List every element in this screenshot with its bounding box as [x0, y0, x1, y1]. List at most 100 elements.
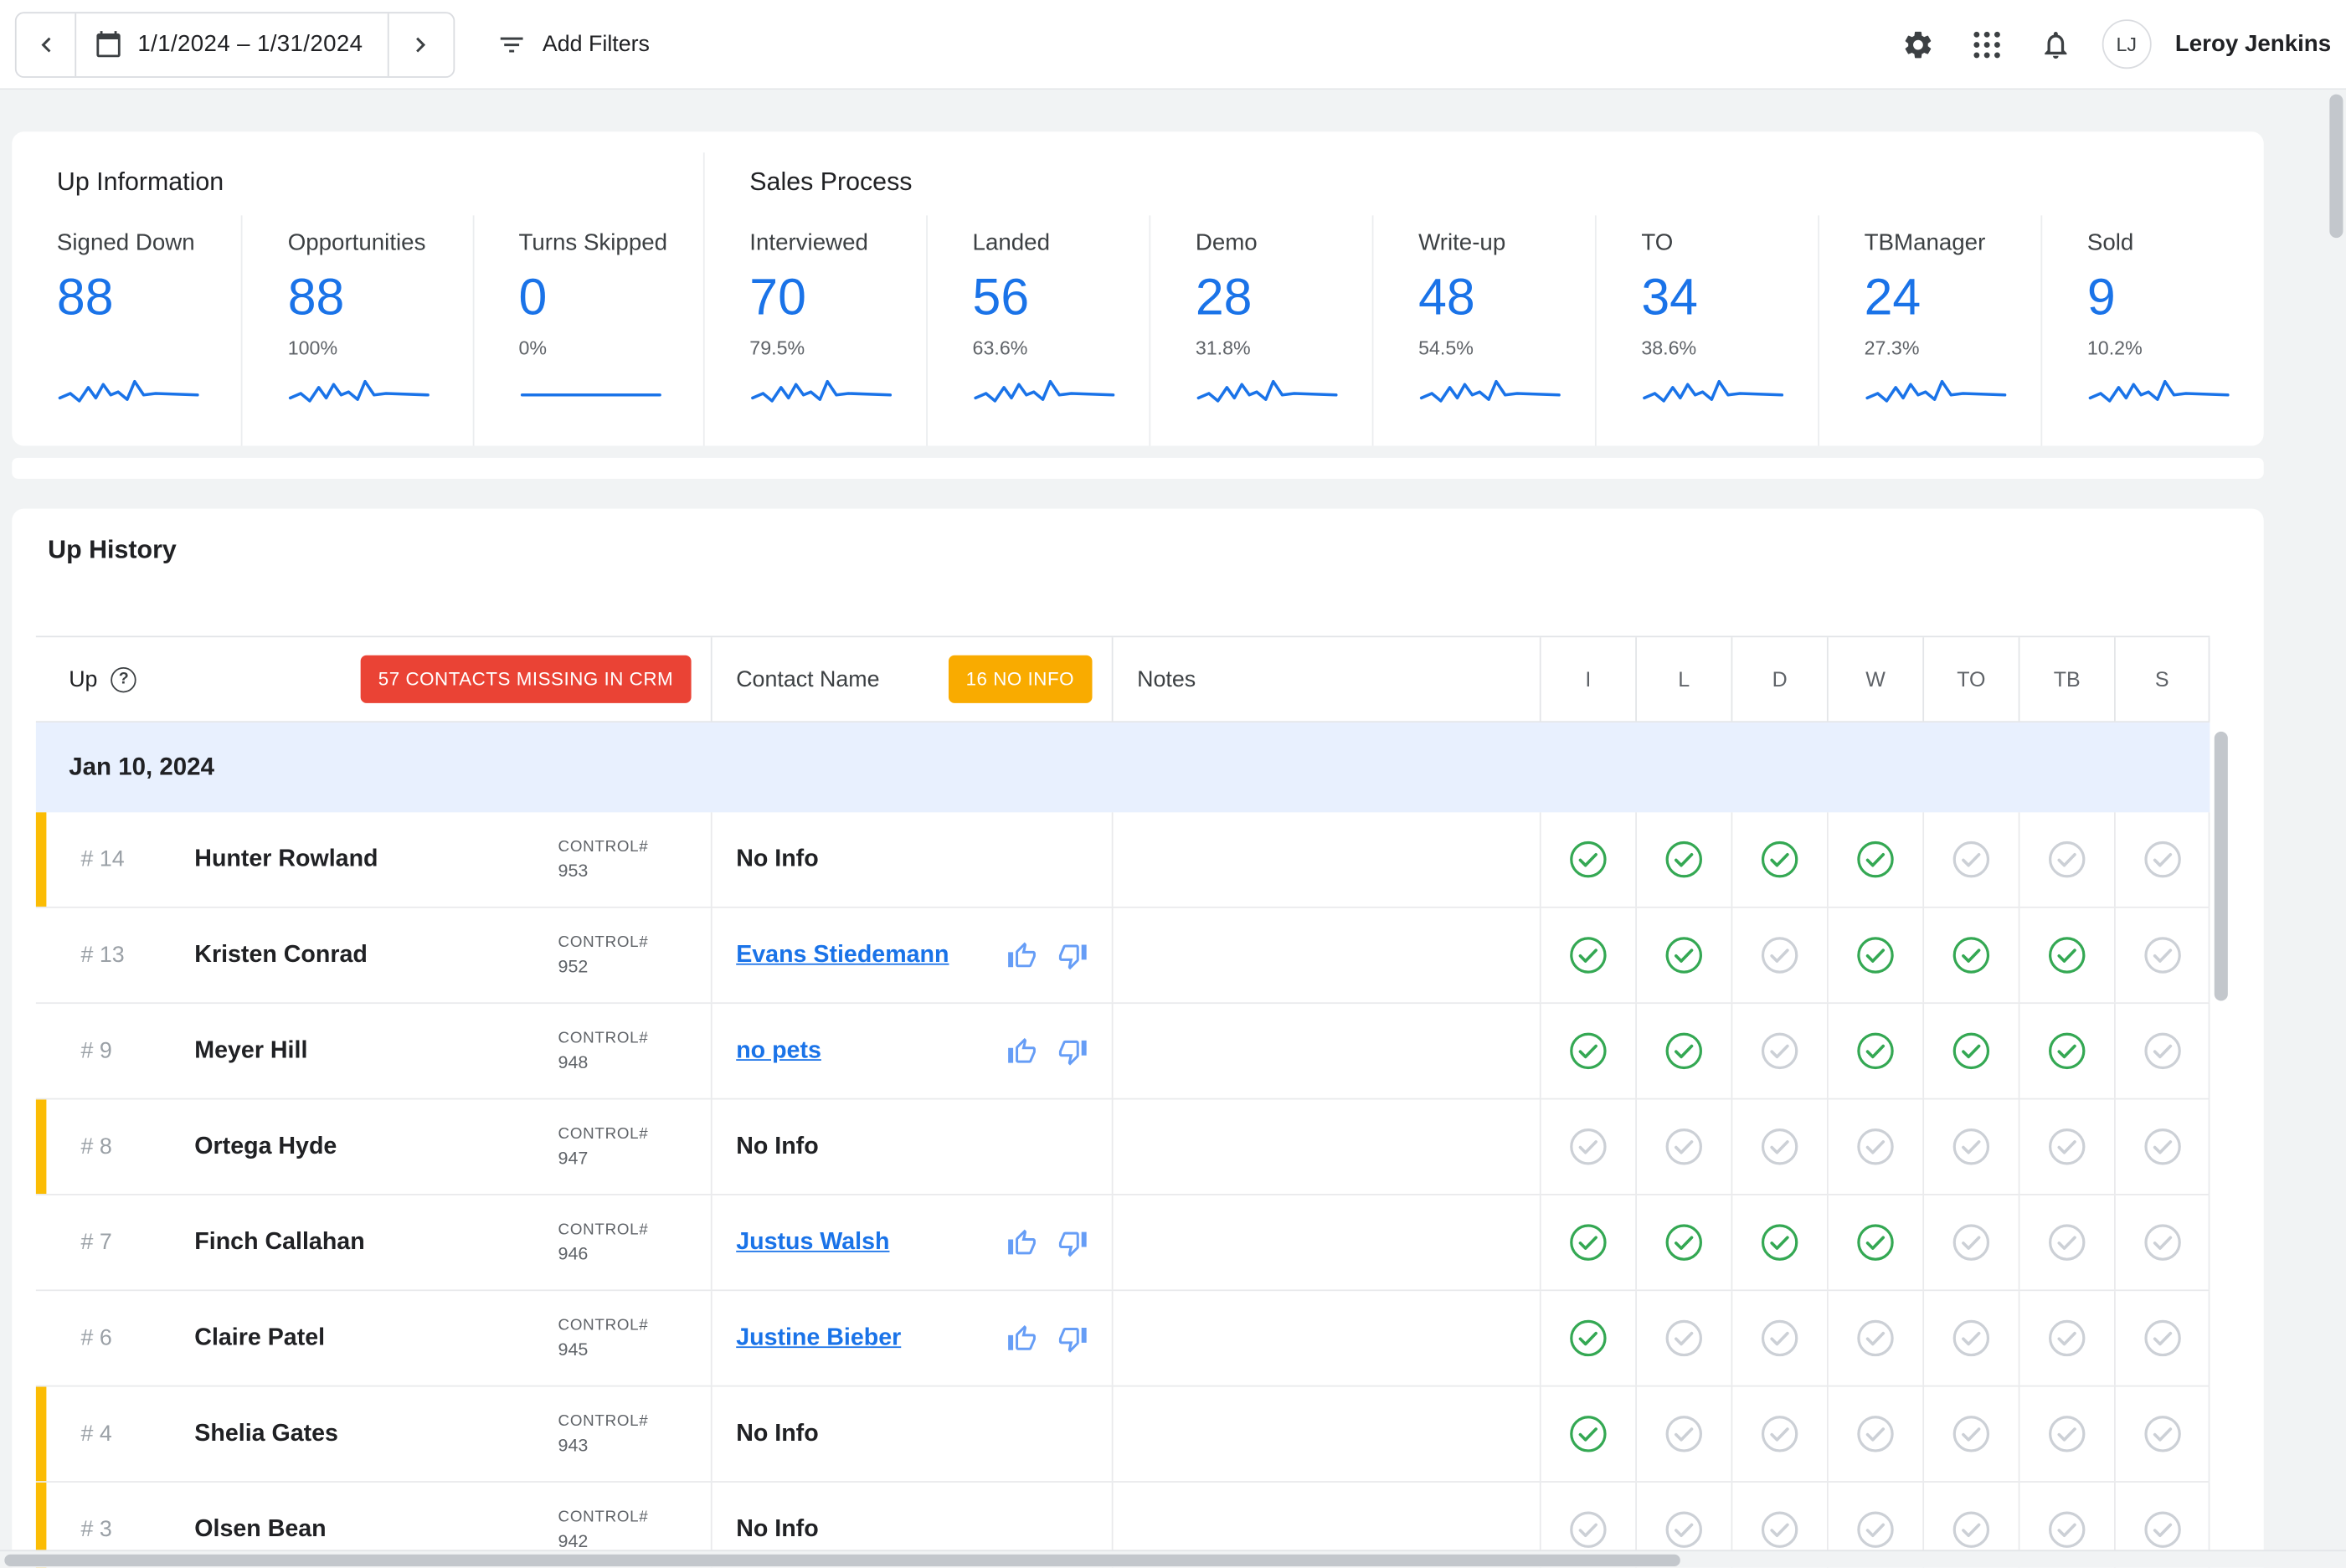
check-cell-to-empty[interactable] — [1922, 1387, 2018, 1482]
check-cell-tb-empty[interactable] — [2019, 1195, 2114, 1290]
up-history-table-wrap: Up ? 57 CONTACTS MISSING IN CRM Contact … — [36, 635, 2252, 1567]
page-scrollbar-vertical-thumb[interactable] — [2329, 95, 2343, 239]
next-date-button[interactable] — [387, 13, 453, 75]
contact-link[interactable]: Evans Stiedemann — [736, 942, 949, 969]
check-done-icon — [1951, 935, 1991, 975]
contact-cell: No Info — [711, 1387, 1112, 1482]
page-scrollbar-horizontal-thumb[interactable] — [4, 1555, 1680, 1566]
control-label: CONTROL# — [558, 1125, 696, 1143]
check-cell-tb-empty[interactable] — [2019, 1099, 2114, 1194]
control-number: 953 — [558, 861, 696, 882]
avatar[interactable]: LJ — [2102, 19, 2151, 69]
check-cell-l-empty[interactable] — [1635, 1387, 1731, 1482]
customer-name: Olsen Bean — [194, 1516, 326, 1543]
thumb-up-icon[interactable] — [1007, 1227, 1037, 1257]
check-cell-tb-empty[interactable] — [2019, 1291, 2114, 1385]
check-cell-w-empty[interactable] — [1827, 1099, 1922, 1194]
notes-cell[interactable] — [1112, 812, 1540, 907]
check-cell-l-done[interactable] — [1635, 1195, 1731, 1290]
check-cell-l-empty[interactable] — [1635, 1099, 1731, 1194]
check-cell-l-done[interactable] — [1635, 908, 1731, 1003]
thumb-down-icon[interactable] — [1057, 940, 1088, 970]
check-cell-s-empty[interactable] — [2114, 1291, 2210, 1385]
check-cell-d-empty[interactable] — [1731, 1099, 1827, 1194]
thumb-up-icon[interactable] — [1007, 1324, 1037, 1354]
check-cell-d-empty[interactable] — [1731, 908, 1827, 1003]
check-cell-i-done[interactable] — [1540, 1004, 1635, 1098]
check-cell-i-done[interactable] — [1540, 812, 1635, 907]
check-cell-w-empty[interactable] — [1827, 1291, 1922, 1385]
check-cell-i-done[interactable] — [1540, 908, 1635, 1003]
stat-value: 28 — [1196, 270, 1363, 328]
no-info-badge[interactable]: 16 NO INFO — [948, 655, 1092, 703]
notes-cell[interactable] — [1112, 1291, 1540, 1385]
check-cell-to-empty[interactable] — [1922, 1291, 2018, 1385]
settings-button[interactable] — [1890, 16, 1947, 73]
stat-item: Write-up 48 54.5% — [1372, 215, 1595, 445]
thumb-down-icon[interactable] — [1057, 1324, 1088, 1354]
notes-cell[interactable] — [1112, 1387, 1540, 1482]
notes-cell[interactable] — [1112, 1004, 1540, 1098]
check-cell-s-empty[interactable] — [2114, 1004, 2210, 1098]
stat-item: Sold 9 10.2% — [2040, 215, 2263, 445]
check-cell-d-done[interactable] — [1731, 812, 1827, 907]
contact-link[interactable]: Justine Bieber — [736, 1324, 901, 1351]
control-label: CONTROL# — [558, 1412, 696, 1430]
check-cell-s-empty[interactable] — [2114, 1195, 2210, 1290]
thumb-up-icon[interactable] — [1007, 1036, 1037, 1066]
notifications-button[interactable] — [2027, 16, 2084, 73]
check-cell-tb-empty[interactable] — [2019, 812, 2114, 907]
contact-link[interactable]: no pets — [736, 1037, 821, 1064]
check-cell-tb-done[interactable] — [2019, 1004, 2114, 1098]
notes-cell[interactable] — [1112, 1195, 1540, 1290]
check-column-header-s: S — [2114, 637, 2210, 721]
missing-in-crm-badge[interactable]: 57 CONTACTS MISSING IN CRM — [360, 655, 691, 703]
check-cell-tb-done[interactable] — [2019, 908, 2114, 1003]
check-cell-l-done[interactable] — [1635, 1004, 1731, 1098]
check-cell-l-empty[interactable] — [1635, 1291, 1731, 1385]
check-cell-to-empty[interactable] — [1922, 1195, 2018, 1290]
check-cell-to-done[interactable] — [1922, 1004, 2018, 1098]
notes-cell[interactable] — [1112, 908, 1540, 1003]
check-cell-to-empty[interactable] — [1922, 812, 2018, 907]
notes-cell[interactable] — [1112, 1099, 1540, 1194]
check-cell-s-empty[interactable] — [2114, 812, 2210, 907]
check-cell-s-empty[interactable] — [2114, 1387, 2210, 1482]
sales-process-stats: Interviewed 70 79.5% Landed 56 63.6% Dem… — [705, 215, 2264, 445]
add-filters-button[interactable]: Add Filters — [496, 29, 650, 59]
stat-label: Demo — [1196, 230, 1363, 257]
check-cell-w-done[interactable] — [1827, 1004, 1922, 1098]
check-cell-i-done[interactable] — [1540, 1195, 1635, 1290]
apps-button[interactable] — [1958, 16, 2015, 73]
thumb-down-icon[interactable] — [1057, 1227, 1088, 1257]
check-cell-d-empty[interactable] — [1731, 1291, 1827, 1385]
check-cell-i-done[interactable] — [1540, 1387, 1635, 1482]
table-scrollbar-thumb[interactable] — [2215, 732, 2228, 1001]
thumb-down-icon[interactable] — [1057, 1036, 1088, 1066]
check-cell-w-empty[interactable] — [1827, 1387, 1922, 1482]
check-cell-d-empty[interactable] — [1731, 1387, 1827, 1482]
check-cell-s-empty[interactable] — [2114, 1099, 2210, 1194]
check-cell-i-done[interactable] — [1540, 1291, 1635, 1385]
contact-link[interactable]: Justus Walsh — [736, 1229, 889, 1256]
check-cell-l-done[interactable] — [1635, 812, 1731, 907]
check-done-icon — [1664, 935, 1704, 975]
check-cell-to-done[interactable] — [1922, 908, 2018, 1003]
check-empty-icon — [1951, 1509, 1991, 1550]
check-cell-to-empty[interactable] — [1922, 1099, 2018, 1194]
check-cell-d-done[interactable] — [1731, 1195, 1827, 1290]
check-cell-w-done[interactable] — [1827, 1195, 1922, 1290]
help-icon[interactable]: ? — [111, 666, 136, 691]
check-cell-d-empty[interactable] — [1731, 1004, 1827, 1098]
check-cell-s-empty[interactable] — [2114, 908, 2210, 1003]
check-cell-tb-empty[interactable] — [2019, 1387, 2114, 1482]
contact-name-column-label: Contact Name — [736, 666, 879, 691]
check-cell-w-done[interactable] — [1827, 812, 1922, 907]
check-empty-icon — [2047, 840, 2087, 880]
prev-date-button[interactable] — [17, 13, 76, 75]
date-range-picker[interactable]: 1/1/2024 – 1/31/2024 — [76, 13, 387, 75]
thumb-up-icon[interactable] — [1007, 940, 1037, 970]
check-cell-w-done[interactable] — [1827, 908, 1922, 1003]
stat-label: Interviewed — [749, 230, 917, 257]
check-cell-i-empty[interactable] — [1540, 1099, 1635, 1194]
